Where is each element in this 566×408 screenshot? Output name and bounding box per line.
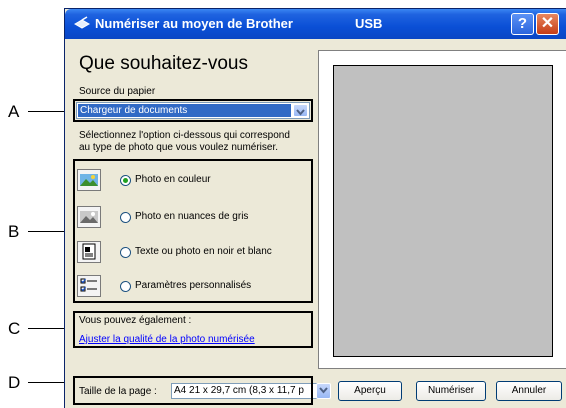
callout-b-frame bbox=[73, 159, 313, 303]
help-button[interactable]: ? bbox=[511, 13, 534, 35]
close-button[interactable]: ✕ bbox=[536, 13, 559, 35]
scan-dialog: Numériser au moyen de Brother USB ? ✕ Qu… bbox=[64, 8, 566, 408]
cancel-button[interactable]: Annuler bbox=[496, 381, 562, 401]
page-title: Que souhaitez-vous bbox=[79, 53, 248, 74]
paper-source-label: Source du papier bbox=[79, 86, 156, 97]
callout-c: C bbox=[8, 319, 21, 338]
connection-label: USB bbox=[355, 16, 383, 31]
preview-image-area bbox=[333, 65, 553, 357]
preview-panel bbox=[318, 50, 566, 369]
callout-d: D bbox=[8, 373, 21, 392]
preview-button[interactable]: Aperçu bbox=[338, 381, 402, 401]
instruction-line-1: Sélectionnez l'option ci-dessous qui cor… bbox=[79, 130, 290, 141]
title-bar[interactable]: Numériser au moyen de Brother USB ? ✕ bbox=[65, 9, 566, 39]
callout-a-frame bbox=[73, 99, 313, 122]
callout-b: B bbox=[8, 222, 20, 241]
window-title: Numériser au moyen de Brother bbox=[95, 16, 293, 31]
scanner-icon bbox=[73, 16, 91, 29]
scan-button[interactable]: Numériser bbox=[416, 381, 486, 401]
callout-a: A bbox=[8, 102, 20, 121]
callout-c-frame bbox=[73, 311, 313, 348]
page-size-dropdown-button[interactable] bbox=[316, 383, 331, 399]
chevron-down-icon bbox=[319, 387, 328, 394]
instruction-line-2: au type de photo que vous voulez numéris… bbox=[79, 142, 279, 153]
